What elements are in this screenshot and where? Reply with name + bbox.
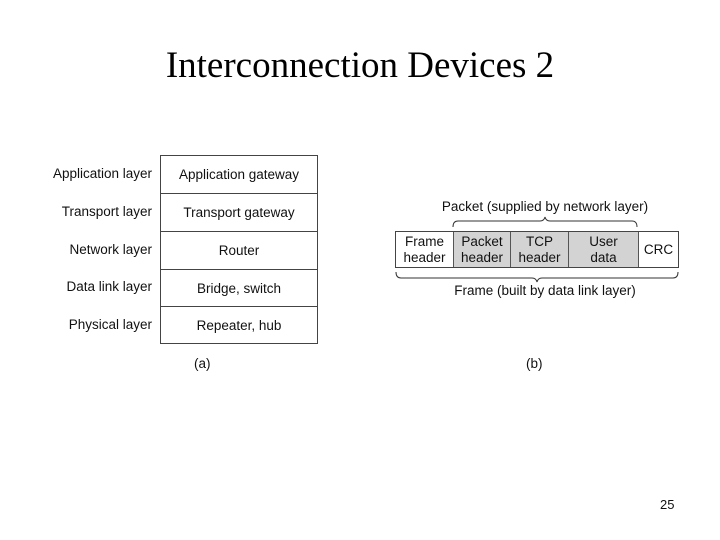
device-cell-router: Router [161,231,317,269]
layer-label-transport: Transport layer [61,204,152,219]
frame-label: Frame (built by data link layer) [454,283,636,298]
frame-header-cell: Frame header [403,233,446,265]
slide-title: Interconnection Devices 2 [165,45,555,86]
frame-diagram: Frame header Packet header TCP header Us… [395,231,679,268]
layer-label-data-link: Data link layer [66,279,152,294]
layer-label-application: Application layer [52,166,152,181]
figure-a-caption: (a) [194,356,211,371]
page-number: 25 [660,497,675,512]
tcp-header-cell: TCP header [510,232,568,267]
layer-label-network: Network layer [69,242,152,257]
frame-brace-icon [395,271,679,283]
user-data-cell: User data [568,232,638,267]
device-cell-bridge-switch: Bridge, switch [161,269,317,307]
layer-label-physical: Physical layer [68,317,152,332]
device-cell-application-gateway: Application gateway [178,167,300,182]
packet-header-cell: Packet header [453,232,510,267]
device-cell-transport-gateway: Transport gateway [161,193,317,231]
device-table: Application gateway Transport gateway Ro… [160,155,318,344]
packet-label: Packet (supplied by network layer) [441,199,649,214]
crc-cell: CRC [638,232,678,267]
packet-brace-icon [452,216,638,228]
device-cell-repeater-hub: Repeater, hub [161,306,317,344]
figure-b-caption: (b) [526,356,543,371]
